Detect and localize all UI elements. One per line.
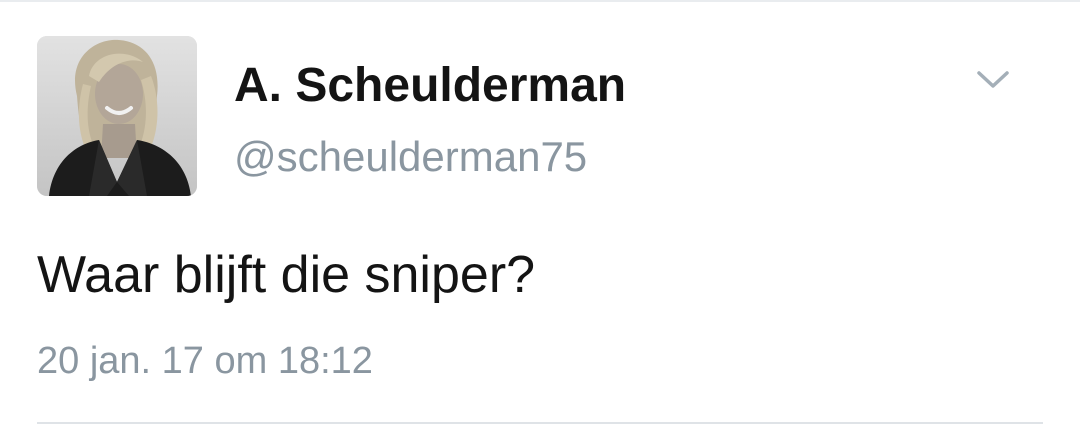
tweet-text: Waar blijft die sniper? — [37, 246, 536, 304]
chevron-down-icon — [977, 71, 1009, 88]
tweet-timestamp[interactable]: 20 jan. 17 om 18:12 — [37, 342, 373, 380]
author-display-name[interactable]: A. Scheulderman — [234, 62, 626, 110]
avatar-photo — [37, 36, 197, 196]
tweet-card: A. Scheulderman @scheulderman75 Waar bli… — [0, 0, 1080, 429]
avatar[interactable] — [37, 36, 197, 196]
author-handle[interactable]: @scheulderman75 — [234, 136, 587, 178]
divider — [37, 422, 1043, 424]
more-options-button[interactable] — [968, 60, 1018, 100]
